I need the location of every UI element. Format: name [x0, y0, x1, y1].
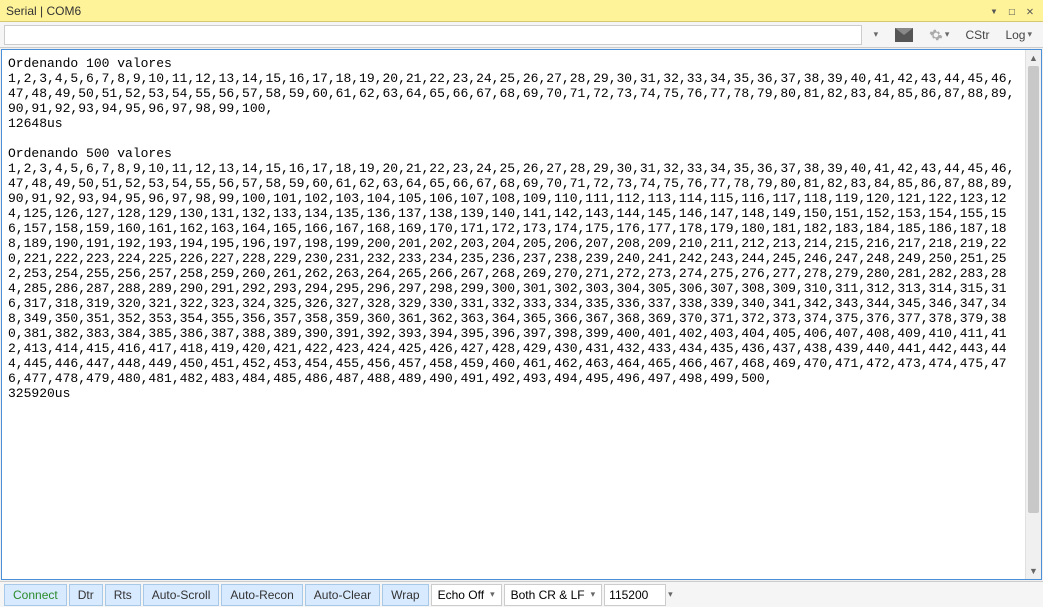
rts-button[interactable]: Rts: [105, 584, 141, 606]
window-title: Serial | COM6: [6, 4, 987, 18]
chevron-down-icon: ▾: [589, 589, 596, 600]
cstr-button[interactable]: CStr: [958, 24, 996, 46]
window-dropdown-icon[interactable]: ▾: [987, 4, 1001, 18]
log-button[interactable]: Log▾: [998, 24, 1039, 46]
autorecon-button[interactable]: Auto-Recon: [221, 584, 302, 606]
send-input[interactable]: [4, 25, 862, 45]
chevron-down-icon: ▾: [1025, 29, 1032, 40]
window-maximize-icon[interactable]: ☐: [1005, 4, 1019, 18]
toolbar: ▾ ▾ CStr Log▾: [0, 22, 1043, 48]
scroll-thumb[interactable]: [1028, 66, 1039, 513]
line-ending-select[interactable]: Both CR & LF ▾: [504, 584, 603, 606]
log-label: Log: [1005, 28, 1025, 42]
chevron-down-icon[interactable]: ▾: [666, 589, 673, 600]
scroll-down-icon[interactable]: ▼: [1026, 563, 1041, 579]
send-button[interactable]: [888, 24, 920, 46]
chevron-down-icon: ▾: [943, 29, 950, 40]
serial-output[interactable]: Ordenando 100 valores 1,2,3,4,5,6,7,8,9,…: [2, 50, 1025, 579]
connect-button[interactable]: Connect: [4, 584, 67, 606]
chevron-down-icon: ▾: [488, 589, 495, 600]
scroll-up-icon[interactable]: ▲: [1026, 50, 1041, 66]
autoclear-button[interactable]: Auto-Clear: [305, 584, 380, 606]
vertical-scrollbar[interactable]: ▲ ▼: [1025, 50, 1041, 579]
echo-label: Echo Off: [438, 588, 484, 602]
content-area: Ordenando 100 valores 1,2,3,4,5,6,7,8,9,…: [1, 49, 1042, 580]
gear-icon: [929, 28, 943, 42]
window-close-icon[interactable]: ✕: [1023, 4, 1037, 18]
settings-button[interactable]: ▾: [922, 24, 957, 46]
dtr-button[interactable]: Dtr: [69, 584, 103, 606]
chevron-down-icon: ▾: [872, 29, 879, 40]
echo-select[interactable]: Echo Off ▾: [431, 584, 502, 606]
statusbar: Connect Dtr Rts Auto-Scroll Auto-Recon A…: [0, 581, 1043, 607]
titlebar: Serial | COM6 ▾ ☐ ✕: [0, 0, 1043, 22]
wrap-button[interactable]: Wrap: [382, 584, 428, 606]
autoscroll-button[interactable]: Auto-Scroll: [143, 584, 220, 606]
scroll-track[interactable]: [1026, 66, 1041, 563]
window-controls: ▾ ☐ ✕: [987, 4, 1037, 18]
baud-input[interactable]: [604, 584, 666, 606]
send-dropdown[interactable]: ▾: [864, 24, 886, 46]
mail-icon: [895, 28, 913, 42]
line-ending-label: Both CR & LF: [511, 588, 585, 602]
